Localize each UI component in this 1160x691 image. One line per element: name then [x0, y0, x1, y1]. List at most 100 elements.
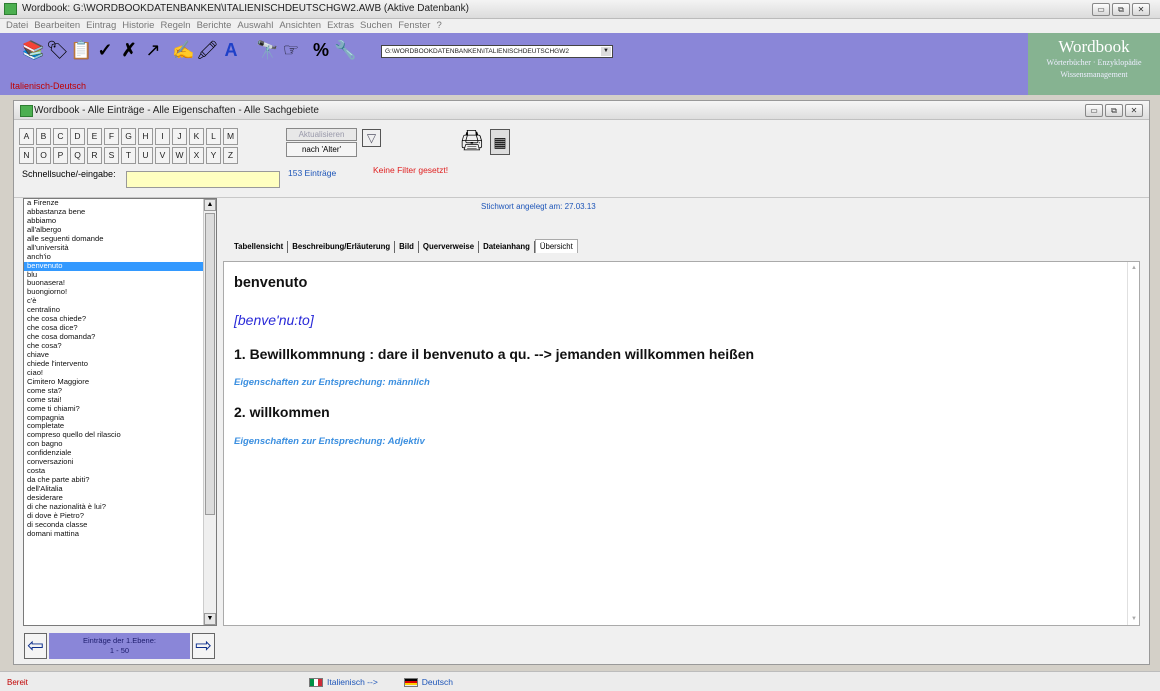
chevron-down-icon[interactable]: ▼: [601, 47, 611, 56]
menu-regeln[interactable]: Regeln: [160, 19, 190, 33]
scroll-thumb[interactable]: [205, 213, 215, 515]
menu-berichte[interactable]: Berichte: [197, 19, 232, 33]
letter-r[interactable]: R: [87, 147, 102, 164]
letter-d[interactable]: D: [70, 128, 85, 145]
scroll-down-icon[interactable]: ▼: [1131, 616, 1137, 622]
wrench-icon[interactable]: 🔧: [334, 39, 356, 61]
letter-k[interactable]: K: [189, 128, 204, 145]
minimize-button[interactable]: ▭: [1092, 3, 1110, 16]
menu-historie[interactable]: Historie: [122, 19, 154, 33]
created-date: Stichwort angelegt am: 27.03.13: [481, 202, 596, 211]
letter-q[interactable]: Q: [70, 147, 85, 164]
tag-icon[interactable]: 🏷: [46, 39, 69, 61]
font-icon[interactable]: A: [220, 39, 242, 61]
scroll-up-icon[interactable]: ▲: [204, 199, 216, 211]
database-select[interactable]: G:\WORDBOOKDATENBANKEN\ITALIENISCHDEUTSC…: [381, 45, 613, 58]
menu-help[interactable]: ?: [436, 19, 441, 33]
letter-s[interactable]: S: [104, 147, 119, 164]
letter-f[interactable]: F: [104, 128, 119, 145]
letter-x[interactable]: X: [189, 147, 204, 164]
prev-page-button[interactable]: ⇦: [24, 633, 47, 659]
letter-b[interactable]: B: [36, 128, 51, 145]
update-button[interactable]: Aktualisieren: [286, 128, 357, 141]
list-item[interactable]: domani mattina: [24, 529, 216, 539]
menu-fenster[interactable]: Fenster: [398, 19, 430, 33]
list-item[interactable]: che cosa?: [24, 341, 216, 351]
close-button[interactable]: ✕: [1125, 104, 1143, 117]
tab-beschreibung[interactable]: Beschreibung/Erläuterung: [288, 241, 396, 253]
minimize-button[interactable]: ▭: [1085, 104, 1103, 117]
list-scrollbar[interactable]: ▲ ▼: [203, 199, 216, 625]
status-text: Bereit: [7, 678, 28, 687]
filter-icon[interactable]: ▽: [362, 129, 381, 147]
close-button[interactable]: ✕: [1132, 3, 1150, 16]
letter-e[interactable]: E: [87, 128, 102, 145]
entry-list[interactable]: a Firenze abbastanza bene abbiamo all'al…: [23, 198, 217, 626]
menu-extras[interactable]: Extras: [327, 19, 354, 33]
menu-datei[interactable]: Datei: [6, 19, 28, 33]
printer-icon[interactable]: 🖨: [459, 128, 485, 154]
database-path: G:\WORDBOOKDATENBANKEN\ITALIENISCHDEUTSC…: [385, 48, 569, 55]
letter-i[interactable]: I: [155, 128, 170, 145]
letter-a[interactable]: A: [19, 128, 34, 145]
tab-bar: Tabellensicht Beschreibung/Erläuterung B…: [230, 239, 578, 253]
letter-c[interactable]: C: [53, 128, 68, 145]
scroll-up-icon[interactable]: ▲: [1131, 265, 1137, 271]
content-scrollbar[interactable]: ▲ ▼: [1127, 262, 1139, 625]
letter-v[interactable]: V: [155, 147, 170, 164]
arrow-icon[interactable]: ↗: [142, 39, 164, 61]
page-indicator-range: 1 - 50: [109, 646, 130, 655]
list-item[interactable]: buongiorno!: [24, 287, 216, 297]
menu-eintrag[interactable]: Eintrag: [86, 19, 116, 33]
entries-window: Wordbook - Alle Einträge - Alle Eigensch…: [13, 100, 1150, 665]
pen-icon[interactable]: ✍: [172, 39, 194, 61]
letter-l[interactable]: L: [206, 128, 221, 145]
brand-panel: Wordbook Wörterbücher · Enzyklopädie Wis…: [1028, 33, 1160, 95]
menu-auswahl[interactable]: Auswahl: [237, 19, 273, 33]
menu-suchen[interactable]: Suchen: [360, 19, 392, 33]
binoculars-icon[interactable]: 🔭: [256, 39, 278, 61]
search-label: Schnellsuche/-eingabe:: [22, 169, 116, 179]
x-icon[interactable]: ✗: [118, 39, 140, 61]
sort-button[interactable]: nach 'Alter': [286, 142, 357, 157]
calculator-icon[interactable]: ▦: [490, 129, 510, 155]
list-item-selected[interactable]: benvenuto: [24, 261, 216, 271]
alphabet-filter: A B C D E F G H I J K L M N O P Q R S T …: [19, 128, 238, 164]
tab-querverweise[interactable]: Querverweise: [419, 241, 480, 253]
list-item[interactable]: all'università: [24, 243, 216, 253]
tab-bild[interactable]: Bild: [395, 241, 419, 253]
letter-g[interactable]: G: [121, 128, 136, 145]
tab-uebersicht[interactable]: Übersicht: [534, 239, 578, 253]
percent-icon[interactable]: %: [310, 39, 332, 61]
letter-z[interactable]: Z: [223, 147, 238, 164]
letter-m[interactable]: M: [223, 128, 238, 145]
letter-w[interactable]: W: [172, 147, 187, 164]
search-input[interactable]: [126, 171, 280, 188]
check-icon[interactable]: ✓: [94, 39, 116, 61]
tab-dateianhang[interactable]: Dateianhang: [479, 241, 535, 253]
letter-u[interactable]: U: [138, 147, 153, 164]
tab-tabellensicht[interactable]: Tabellensicht: [230, 241, 289, 253]
letter-h[interactable]: H: [138, 128, 153, 145]
restore-button[interactable]: ⧉: [1105, 104, 1123, 117]
next-page-button[interactable]: ⇨: [192, 633, 215, 659]
letter-n[interactable]: N: [19, 147, 34, 164]
letter-t[interactable]: T: [121, 147, 136, 164]
menu-bearbeiten[interactable]: Bearbeiten: [34, 19, 80, 33]
letter-p[interactable]: P: [53, 147, 68, 164]
letter-o[interactable]: O: [36, 147, 51, 164]
menu-ansichten[interactable]: Ansichten: [279, 19, 321, 33]
maximize-button[interactable]: ⧉: [1112, 3, 1130, 16]
hand-icon[interactable]: ☞: [280, 39, 302, 61]
clipboard-icon[interactable]: 📋: [70, 39, 92, 61]
scroll-down-icon[interactable]: ▼: [204, 613, 216, 625]
list-item[interactable]: chiede l'intervento: [24, 359, 216, 369]
letter-j[interactable]: J: [172, 128, 187, 145]
target-language: Deutsch: [421, 677, 453, 687]
books-icon[interactable]: 📚: [22, 39, 44, 61]
list-item[interactable]: conversazioni: [24, 457, 216, 467]
entry-count: 153 Einträge: [288, 168, 337, 178]
highlighter-icon[interactable]: 🖍: [196, 39, 219, 61]
letter-y[interactable]: Y: [206, 147, 221, 164]
status-bar: Bereit Italienisch --> Deutsch: [0, 671, 1160, 691]
